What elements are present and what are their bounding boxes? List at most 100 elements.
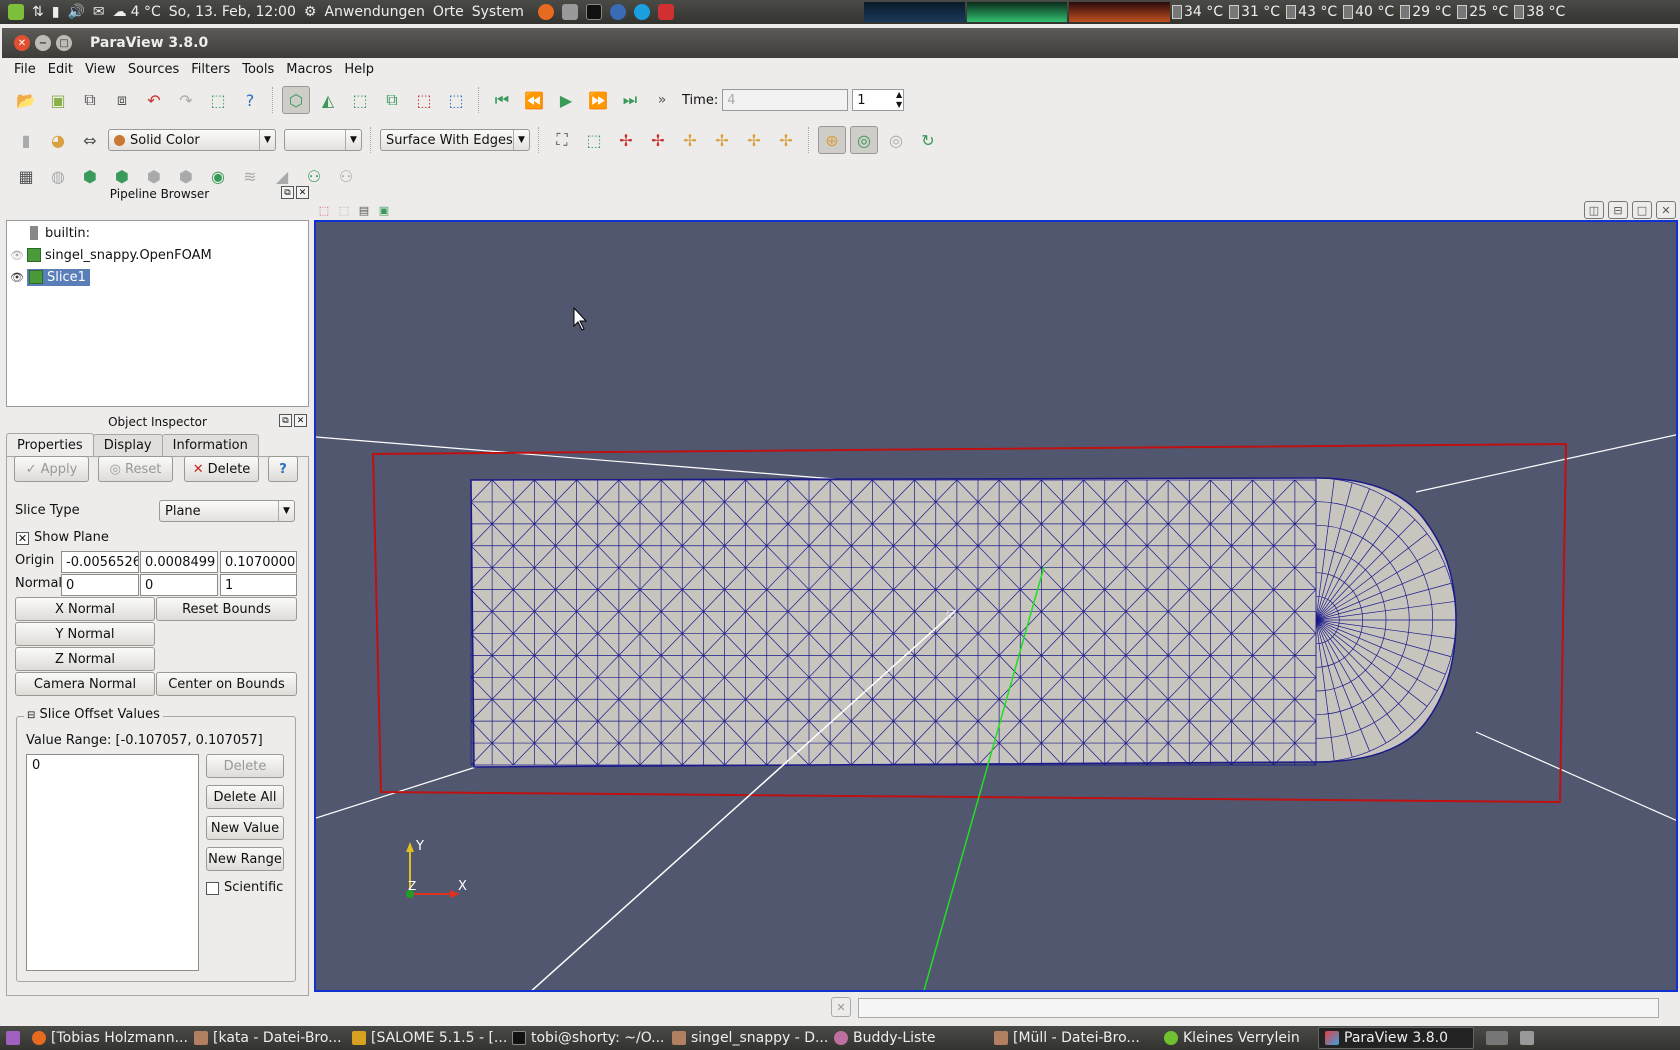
show-plane-checkbox[interactable]: ✕: [16, 532, 29, 545]
select-points-frustum-icon[interactable]: ⬚: [410, 86, 438, 114]
task-item[interactable]: [Tobias Holzmann...: [26, 1027, 188, 1049]
visibility-eye-icon[interactable]: 👁: [7, 249, 27, 262]
slice-type-select[interactable]: Plane ▼: [159, 500, 295, 522]
origin-y-field[interactable]: 0.0008499: [140, 551, 218, 573]
network-icon[interactable]: ⇅: [32, 4, 44, 20]
normal-y-field[interactable]: 0: [140, 574, 218, 596]
disconnect-icon[interactable]: ⧈: [108, 86, 136, 114]
firefox-icon[interactable]: [537, 4, 554, 20]
reset-camera-icon[interactable]: ⛶: [548, 126, 576, 154]
mail-icon[interactable]: ✉: [93, 4, 105, 20]
reset-button[interactable]: ◎ Reset: [98, 456, 173, 482]
workspace-switcher[interactable]: [1480, 1027, 1514, 1049]
float-panel-icon[interactable]: ⧉: [279, 414, 292, 427]
pipeline-item-slice1[interactable]: 👁 Slice1: [7, 267, 90, 287]
x-normal-button[interactable]: X Normal: [15, 597, 155, 621]
save-data-icon[interactable]: ▣: [44, 86, 72, 114]
select-points-icon[interactable]: ⬚: [346, 86, 374, 114]
new-value-button[interactable]: New Value: [206, 816, 284, 840]
timestep-spinbox[interactable]: 1 ▲ ▼: [852, 89, 905, 111]
menu-edit[interactable]: Edit: [48, 62, 73, 77]
camera-icon[interactable]: ▤: [354, 201, 374, 219]
play-icon[interactable]: ▶: [552, 86, 580, 114]
menu-file[interactable]: File: [14, 62, 36, 77]
close-window-icon[interactable]: ✕: [14, 35, 30, 51]
menu-macros[interactable]: Macros: [286, 62, 332, 77]
task-item-active[interactable]: ParaView 3.8.0: [1318, 1027, 1474, 1049]
close-panel-icon[interactable]: ✕: [294, 414, 307, 427]
time-field[interactable]: 4: [722, 89, 849, 111]
task-item[interactable]: [kata - Datei-Bro...: [188, 1027, 346, 1049]
abort-icon[interactable]: ✕: [831, 997, 851, 1017]
toggle-color-legend-icon[interactable]: ▮: [12, 126, 40, 154]
color-by-select[interactable]: Solid Color ▼: [108, 129, 276, 151]
pipeline-item-builtin[interactable]: builtin:: [7, 223, 90, 243]
task-item[interactable]: tobi@shorty: ~/O...: [506, 1027, 666, 1049]
reset-view-icon[interactable]: ▣: [374, 201, 394, 219]
disk-icon[interactable]: [561, 4, 578, 20]
redo-icon[interactable]: ↷: [172, 86, 200, 114]
origin-z-field[interactable]: 0.1070000: [220, 551, 297, 573]
volume-icon[interactable]: 🔊: [67, 4, 84, 20]
float-panel-icon[interactable]: ⧉: [281, 186, 294, 199]
view-minus-z-icon[interactable]: ✢: [772, 126, 800, 154]
shutdown-icon[interactable]: [657, 4, 674, 20]
reset-bounds-button[interactable]: Reset Bounds: [156, 597, 297, 621]
task-item[interactable]: Buddy-Liste: [828, 1027, 988, 1049]
maximize-window-icon[interactable]: □: [56, 35, 72, 51]
open-icon[interactable]: 📂: [12, 86, 40, 114]
view-plus-x-icon[interactable]: ✢: [612, 126, 640, 154]
maximize-view-icon[interactable]: □: [1632, 201, 1652, 219]
capture-view-icon[interactable]: ⬚: [314, 201, 334, 219]
battery-icon[interactable]: ▮: [52, 4, 60, 20]
menu-orte[interactable]: Orte: [433, 4, 464, 20]
view-plus-z-icon[interactable]: ✢: [740, 126, 768, 154]
center-on-bounds-button[interactable]: Center on Bounds: [156, 672, 297, 696]
scene-canvas[interactable]: Y Z X: [316, 222, 1678, 992]
tab-properties[interactable]: Properties: [6, 433, 94, 457]
rescale-range-icon[interactable]: ⇔: [76, 126, 104, 154]
split-vertical-icon[interactable]: ⊟: [1608, 201, 1628, 219]
close-view-icon[interactable]: ✕: [1656, 201, 1676, 219]
connect-icon[interactable]: ⧉: [76, 86, 104, 114]
component-select[interactable]: ▼: [284, 129, 362, 151]
next-frame-icon[interactable]: ⏩: [584, 86, 612, 114]
menu-filters[interactable]: Filters: [191, 62, 230, 77]
visibility-eye-icon[interactable]: 👁: [7, 271, 27, 284]
undo-icon[interactable]: ↶: [140, 86, 168, 114]
normal-x-field[interactable]: 0: [61, 574, 139, 596]
title-bar[interactable]: ✕ − □ ParaView 3.8.0: [2, 28, 1678, 58]
origin-x-field[interactable]: -0.0056526: [61, 551, 139, 573]
task-item[interactable]: Kleines Verrylein: [1158, 1027, 1318, 1049]
y-normal-button[interactable]: Y Normal: [15, 622, 155, 646]
delete-all-button[interactable]: Delete All: [206, 785, 284, 809]
delete-button[interactable]: ✕ Delete: [184, 456, 259, 482]
render-view[interactable]: Y Z X: [314, 220, 1678, 992]
weather[interactable]: ☁ 4 °C: [113, 4, 161, 20]
task-item[interactable]: singel_snappy - D...: [666, 1027, 828, 1049]
scientific-checkbox[interactable]: [206, 882, 219, 895]
zoom-to-data-icon[interactable]: ⬚: [580, 126, 608, 154]
clock[interactable]: So, 13. Feb, 12:00: [169, 4, 296, 20]
close-panel-icon[interactable]: ✕: [296, 186, 309, 199]
toolbar-overflow[interactable]: »: [648, 86, 676, 114]
select-block-icon[interactable]: ⬚: [442, 86, 470, 114]
split-horizontal-icon[interactable]: ◫: [1584, 201, 1604, 219]
show-center-icon[interactable]: ⊕: [818, 126, 846, 154]
task-item[interactable]: [SALOME 5.1.5 - [...: [346, 1027, 506, 1049]
update-icon[interactable]: [8, 4, 24, 20]
spin-arrows-icon[interactable]: ▲ ▼: [896, 90, 902, 110]
apply-button[interactable]: ✓ Apply: [14, 456, 89, 482]
offset-values-list[interactable]: 0: [26, 754, 199, 971]
first-frame-icon[interactable]: ⏮: [488, 86, 516, 114]
menu-help[interactable]: Help: [344, 62, 374, 77]
terminal-icon[interactable]: [585, 4, 602, 20]
previous-frame-icon[interactable]: ⏪: [520, 86, 548, 114]
select-frustum-icon[interactable]: ⧉: [378, 86, 406, 114]
view-plus-y-icon[interactable]: ✢: [676, 126, 704, 154]
slice-offset-title[interactable]: ⊟ Slice Offset Values: [24, 707, 163, 722]
view-options-icon[interactable]: ⬚: [334, 201, 354, 219]
minimize-window-icon[interactable]: −: [35, 35, 51, 51]
show-desktop-icon[interactable]: [0, 1027, 26, 1049]
camera-normal-button[interactable]: Camera Normal: [15, 672, 155, 696]
